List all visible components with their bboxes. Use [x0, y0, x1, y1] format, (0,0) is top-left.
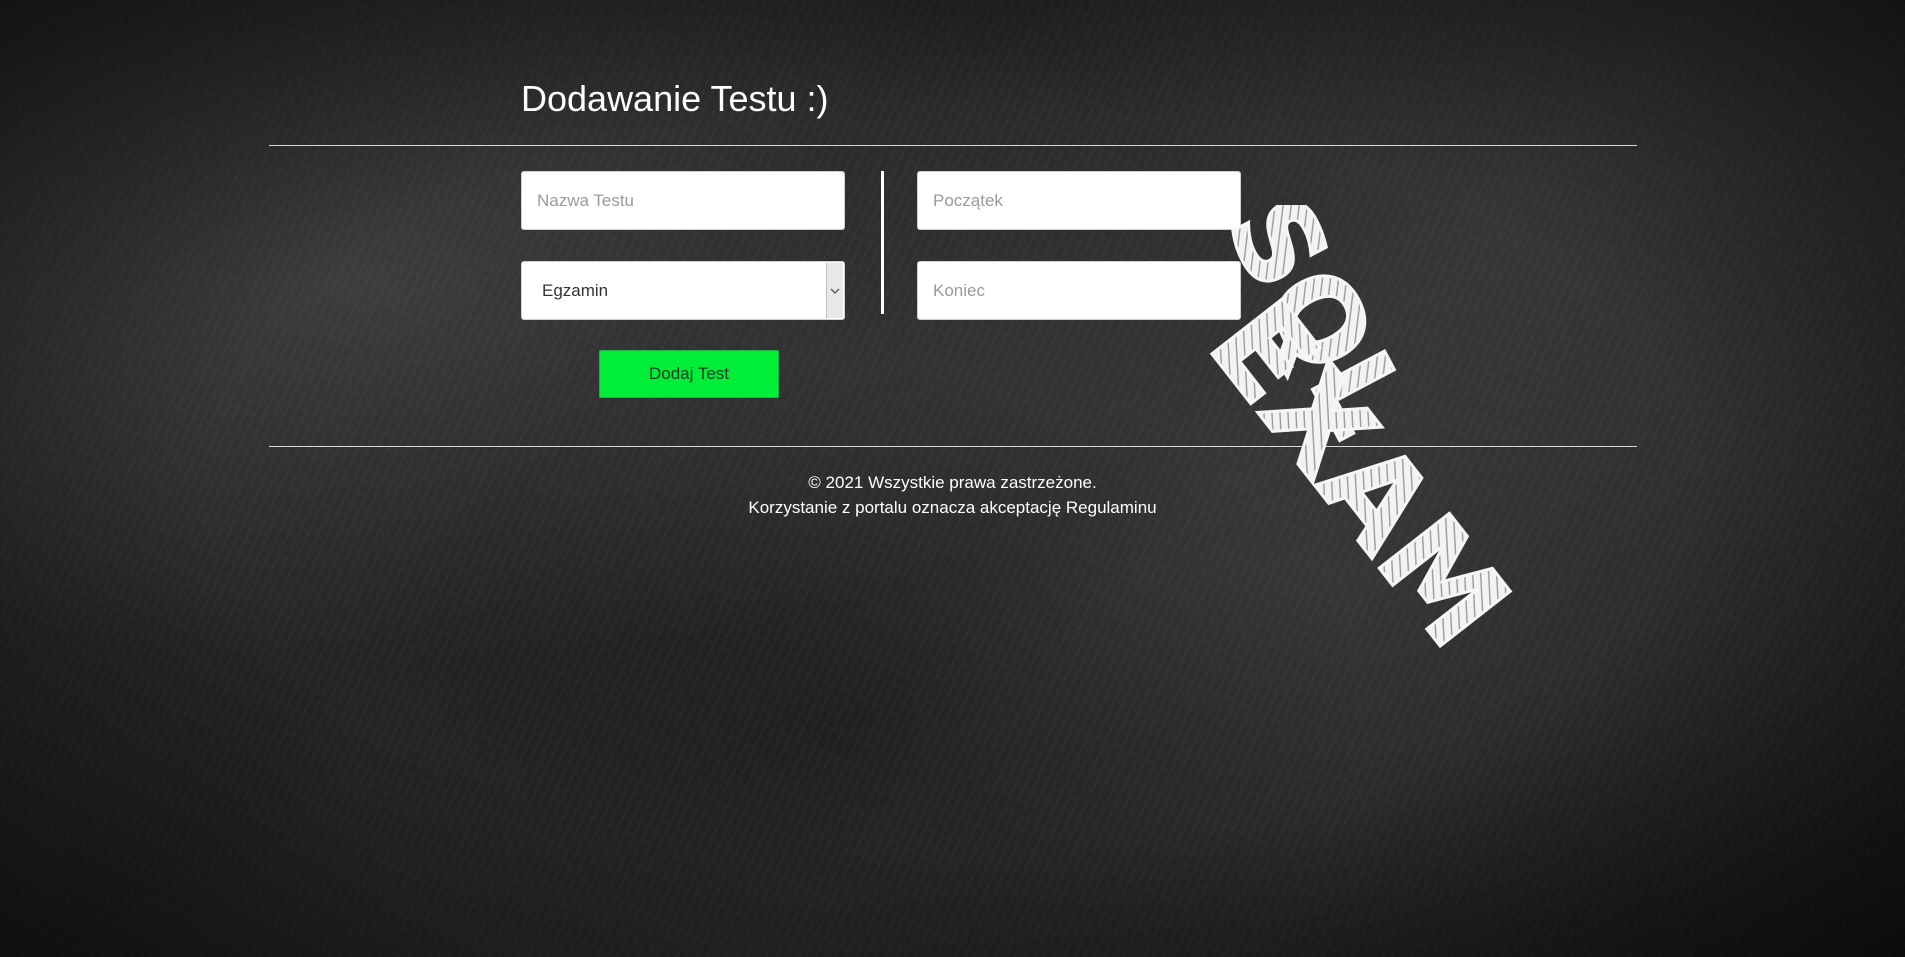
page-title: Dodawanie Testu :) [521, 78, 829, 119]
top-divider [269, 145, 1637, 146]
test-name-input[interactable] [521, 171, 845, 230]
sqlexam-logo: SQL EXAM [1185, 205, 1538, 674]
chevron-down-icon[interactable] [826, 263, 843, 318]
form-column-divider [881, 171, 884, 314]
add-test-button[interactable]: Dodaj Test [599, 350, 779, 398]
test-type-select[interactable]: Egzamin [521, 261, 845, 320]
test-type-selected-value: Egzamin [542, 281, 609, 300]
